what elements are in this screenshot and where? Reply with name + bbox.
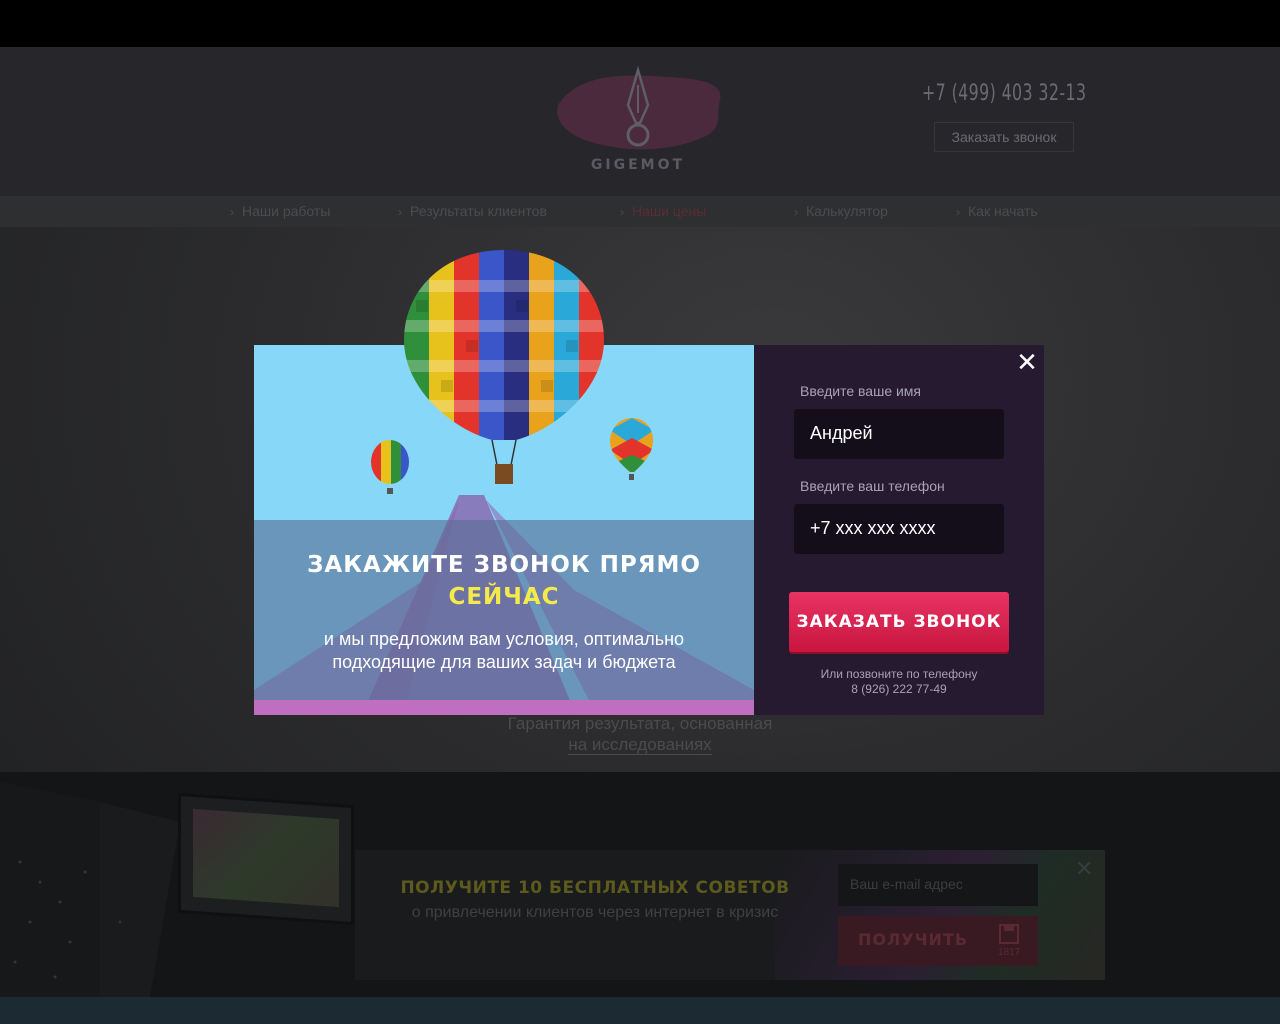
- nav-item-label: Калькулятор: [806, 203, 888, 219]
- modal-title-line: Закажите звонок прямо: [307, 552, 701, 578]
- header-phone[interactable]: +7 (499) 403 32-13: [922, 81, 1086, 106]
- monitor-screen: [193, 808, 339, 908]
- modal-description: и мы предложим вам условия, оптимально п…: [323, 629, 685, 672]
- promo-banner: ПОЛУЧИТЕ 10 БЕСПЛАТНЫХ СОВЕТОВ о привлеч…: [355, 850, 1105, 980]
- main-nav: › Наши работы › Результаты клиентов › Наши …: [0, 196, 1280, 227]
- chevron-right-icon: ›: [956, 205, 960, 219]
- nav-item-calculator[interactable]: › Калькулятор: [794, 203, 888, 219]
- phone-label: Введите ваш телефон: [800, 478, 945, 494]
- floppy-disk-icon: [999, 924, 1020, 944]
- nav-item-prices[interactable]: › Наши цены: [620, 203, 706, 219]
- chevron-right-icon: ›: [398, 205, 402, 219]
- footer-strip: [0, 997, 1280, 1024]
- hero-research-link[interactable]: на исследованиях: [568, 735, 712, 755]
- modal-title-highlight: сейчас: [448, 584, 560, 610]
- promo-subtitle: о привлечении клиентов через интернет в …: [411, 904, 779, 921]
- chevron-right-icon: ›: [794, 205, 798, 219]
- site-header: GIGEMOT +7 (499) 403 32-13 Заказать звон…: [0, 47, 1280, 196]
- nav-item-label: Наши работы: [242, 203, 331, 219]
- alt-phone-number[interactable]: 8 (926) 222 77-49: [774, 682, 1024, 697]
- header-callback-button[interactable]: Заказать звонок: [934, 122, 1074, 152]
- alt-phone-note-text: Или позвоните по телефону: [820, 667, 978, 681]
- phone-field[interactable]: +7 xxx xxx xxxx: [794, 504, 1004, 554]
- nav-item-works[interactable]: › Наши работы: [230, 203, 330, 219]
- logo-wordmark: GIGEMOT: [590, 157, 686, 173]
- modal-image-bottom: [254, 700, 754, 715]
- nav-item-how-to-start[interactable]: › Как начать: [956, 203, 1038, 219]
- hero-tagline-line1: Гарантия результата, основанная: [507, 714, 773, 733]
- close-icon[interactable]: ✕: [1014, 349, 1040, 375]
- nav-item-label: Результаты клиентов: [410, 203, 547, 219]
- callback-modal: Закажите звонок прямо сейчас и мы предло…: [254, 250, 1044, 715]
- hero-tagline: Гарантия результата, основанная на иссле…: [440, 713, 840, 755]
- chevron-right-icon: ›: [230, 205, 234, 219]
- promo-get-button[interactable]: ПОЛУЧИТЬ 1817: [838, 916, 1038, 966]
- name-label: Введите ваше имя: [800, 383, 922, 399]
- monitor-illustration: [178, 792, 354, 926]
- promo-close-icon[interactable]: ✕: [1075, 856, 1093, 882]
- nav-item-label: Как начать: [968, 203, 1038, 219]
- chevron-right-icon: ›: [620, 205, 624, 219]
- modal-form-panel: ✕ Введите ваше имя Андрей Введите ваш те…: [754, 345, 1044, 715]
- logo[interactable]: GIGEMOT: [548, 65, 728, 183]
- modal-image-panel: Закажите звонок прямо сейчас и мы предло…: [254, 250, 754, 715]
- top-strip: [0, 0, 1280, 47]
- promo-email-input[interactable]: Ваш e-mail адрес: [838, 864, 1038, 906]
- promo-count-value: 1817: [998, 947, 1021, 958]
- nav-item-results[interactable]: › Результаты клиентов: [398, 203, 547, 219]
- nav-item-label: Наши цены: [632, 203, 707, 219]
- promo-get-button-label: ПОЛУЧИТЬ: [858, 930, 969, 949]
- order-call-button[interactable]: Заказать звонок: [789, 592, 1009, 652]
- name-field[interactable]: Андрей: [794, 409, 1004, 459]
- alt-phone-note: Или позвоните по телефону 8 (926) 222 77…: [774, 667, 1024, 697]
- promo-download-counter: 1817: [998, 924, 1020, 958]
- logo-brush-pen-icon: [557, 65, 721, 150]
- promo-title: ПОЛУЧИТЕ 10 БЕСПЛАТНЫХ СОВЕТОВ: [400, 878, 790, 898]
- modal-title: Закажите звонок прямо сейчас: [254, 549, 754, 613]
